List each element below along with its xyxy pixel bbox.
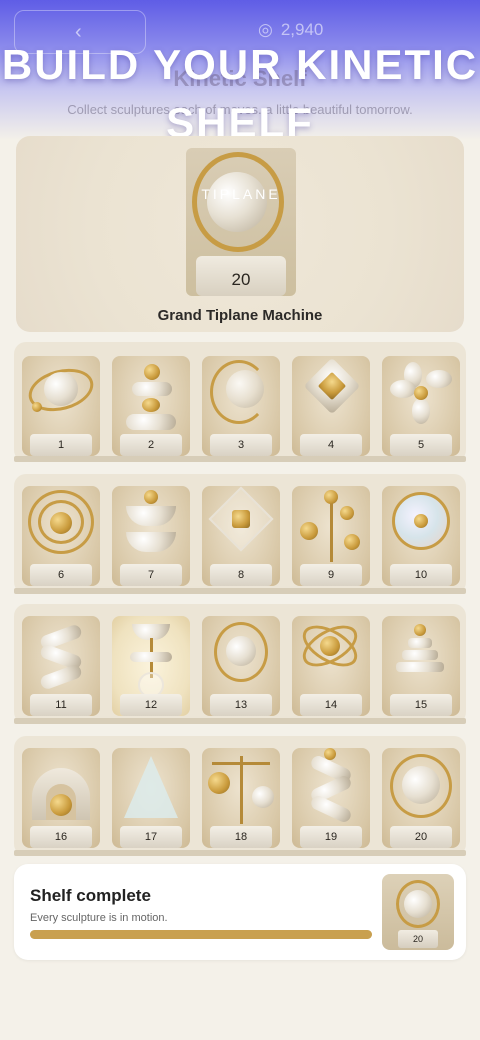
stone-disc-icon <box>126 414 176 430</box>
tile-number: 19 <box>300 826 362 848</box>
sculpture-tile[interactable]: 7 <box>112 486 190 586</box>
progress-fill <box>30 930 372 939</box>
sculpture-tile[interactable]: 2 <box>112 356 190 456</box>
tile-number: 2 <box>120 434 182 456</box>
tier-icon <box>402 650 438 660</box>
featured-name: Grand Tiplane Machine <box>157 307 323 324</box>
gold-cube-icon <box>232 510 250 528</box>
progress-bar <box>30 930 372 939</box>
tile-number: 6 <box>30 564 92 586</box>
sculpture-tile[interactable]: 16 <box>22 748 100 848</box>
promo-banner: BUILD YOUR KINETIC SHELF <box>1 41 479 146</box>
gold-ball-icon <box>50 512 72 534</box>
ribbon-icon <box>309 793 353 825</box>
sculpture-tile[interactable]: 11 <box>22 616 100 716</box>
sculpture-tile[interactable]: 18 <box>202 748 280 848</box>
bowl-icon <box>126 532 176 552</box>
sculpture-tile[interactable]: 14 <box>292 616 370 716</box>
gold-ball-icon <box>340 506 354 520</box>
balance-beam-icon <box>212 762 270 765</box>
shelf-plank-2 <box>14 588 466 594</box>
gold-ball-icon <box>50 794 72 816</box>
gold-ball-icon <box>300 522 318 540</box>
sculpture-tile[interactable]: 10 <box>382 486 460 586</box>
shelf-plank-4 <box>14 850 466 856</box>
tile-number: 16 <box>30 826 92 848</box>
gold-ball-icon <box>414 386 428 400</box>
sculpture-tile[interactable]: 13 <box>202 616 280 716</box>
tile-number: 17 <box>120 826 182 848</box>
ribbon-icon <box>38 663 84 691</box>
summary-title: Shelf complete <box>30 886 151 905</box>
tile-number: 13 <box>210 694 272 716</box>
sculpture-tile[interactable]: 3 <box>202 356 280 456</box>
tier-icon <box>396 662 444 672</box>
petal-icon <box>390 380 416 398</box>
tile-number: 4 <box>300 434 362 456</box>
gold-ball-icon <box>320 636 340 656</box>
summary-thumbnail[interactable]: 20 <box>382 874 454 950</box>
gold-ball-icon <box>324 490 338 504</box>
petal-icon <box>412 398 430 424</box>
glass-pyramid-icon <box>124 756 178 818</box>
tile-number: 14 <box>300 694 362 716</box>
gold-ball-icon <box>344 534 360 550</box>
tile-number: 7 <box>120 564 182 586</box>
stem-icon <box>240 756 243 824</box>
gold-ball-icon <box>142 398 160 412</box>
stem-icon <box>330 496 333 562</box>
tile-number: 9 <box>300 564 362 586</box>
sculpture-tile[interactable]: 12 <box>112 616 190 716</box>
tier-icon <box>408 638 432 648</box>
featured-badge: TIPLANE <box>201 186 281 202</box>
sculpture-tile[interactable]: 15 <box>382 616 460 716</box>
gold-ball-icon <box>414 624 426 636</box>
sphere-icon <box>226 636 256 666</box>
glass-sphere-icon <box>226 370 264 408</box>
thumbnail-number: 20 <box>398 930 438 948</box>
tile-number: 15 <box>390 694 452 716</box>
shelf-plank-1 <box>14 456 466 462</box>
sculpture-tile[interactable]: 1 <box>22 356 100 456</box>
tile-number: 10 <box>390 564 452 586</box>
gold-ball-icon <box>32 402 42 412</box>
sculpture-tile[interactable]: 5 <box>382 356 460 456</box>
tile-number: 5 <box>390 434 452 456</box>
tile-number: 20 <box>390 826 452 848</box>
sculpture-tile[interactable]: 19 <box>292 748 370 848</box>
petal-icon <box>426 370 452 388</box>
tile-number: 3 <box>210 434 272 456</box>
gold-ball-icon <box>414 514 428 528</box>
gold-ball-icon <box>144 490 158 504</box>
tile-number: 18 <box>210 826 272 848</box>
sphere-icon <box>404 890 432 918</box>
stone-disc-icon <box>132 382 172 396</box>
summary-subtitle: Every sculpture is in motion. <box>30 912 168 924</box>
gold-disc-icon <box>208 772 230 794</box>
sculpture-tile[interactable]: 20 <box>382 748 460 848</box>
sculpture-tile[interactable]: 17 <box>112 748 190 848</box>
tile-number: 12 <box>120 694 182 716</box>
gold-ball-icon <box>144 364 160 380</box>
sphere-icon <box>402 766 440 804</box>
featured-number: 20 <box>231 270 251 289</box>
tile-number: 1 <box>30 434 92 456</box>
sphere-icon <box>44 372 78 406</box>
tile-number: 8 <box>210 564 272 586</box>
sculpture-tile[interactable]: 4 <box>292 356 370 456</box>
sculpture-tile[interactable]: 6 <box>22 486 100 586</box>
stone-disc-icon <box>252 786 274 808</box>
shelf-complete-card: Shelf complete Every sculpture is in mot… <box>14 864 466 960</box>
shelf-plank-3 <box>14 718 466 724</box>
bowl-icon <box>126 506 176 526</box>
tile-number: 11 <box>30 694 92 716</box>
sculpture-tile[interactable]: 8 <box>202 486 280 586</box>
featured-sphere <box>207 172 267 232</box>
stone-disc-icon <box>130 652 172 662</box>
sculpture-tile[interactable]: 9 <box>292 486 370 586</box>
